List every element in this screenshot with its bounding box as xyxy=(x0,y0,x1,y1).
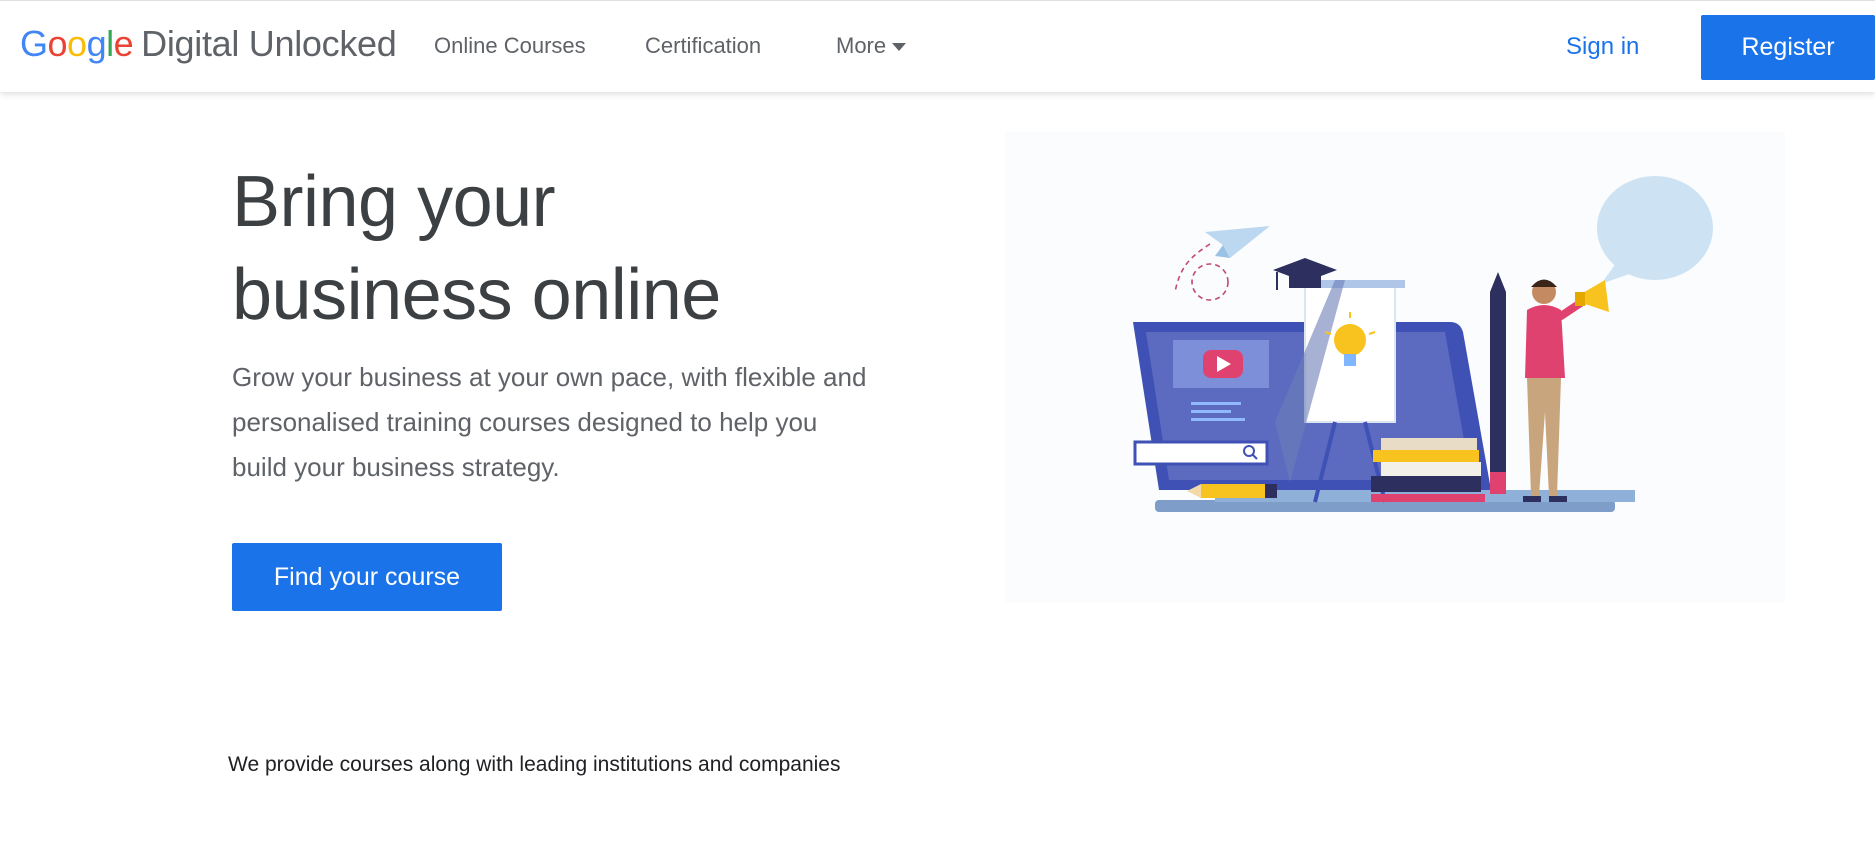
hero-description: Grow your business at your own pace, wit… xyxy=(232,362,867,482)
nav-more-dropdown[interactable]: More xyxy=(836,33,907,59)
pencil-icon xyxy=(1490,272,1506,494)
top-navigation-bar: Google Digital Unlocked Online Courses C… xyxy=(0,0,1875,92)
find-your-course-button[interactable]: Find your course xyxy=(232,543,502,611)
chevron-down-icon xyxy=(892,43,907,51)
google-digital-unlocked-logo[interactable]: Google Digital Unlocked xyxy=(20,23,397,67)
nav-certification[interactable]: Certification xyxy=(645,33,761,59)
desk-pencil-icon xyxy=(1187,484,1277,498)
logo-google-wordmark: Google xyxy=(20,23,134,64)
logo-product-name: Digital Unlocked xyxy=(141,23,397,64)
partners-heading: We provide courses along with leading in… xyxy=(228,753,841,776)
nav-online-courses[interactable]: Online Courses xyxy=(434,33,586,59)
hero-illustration xyxy=(1005,132,1785,602)
hero-title-line-1: Bring your xyxy=(232,162,556,242)
illustration-search-bar xyxy=(1133,440,1269,466)
sign-in-link[interactable]: Sign in xyxy=(1566,33,1639,61)
hero-title-line-2: business online xyxy=(232,255,721,335)
hero-title: Bring your business online xyxy=(232,156,721,342)
register-button[interactable]: Register xyxy=(1701,15,1875,80)
nav-more-label: More xyxy=(836,33,887,58)
